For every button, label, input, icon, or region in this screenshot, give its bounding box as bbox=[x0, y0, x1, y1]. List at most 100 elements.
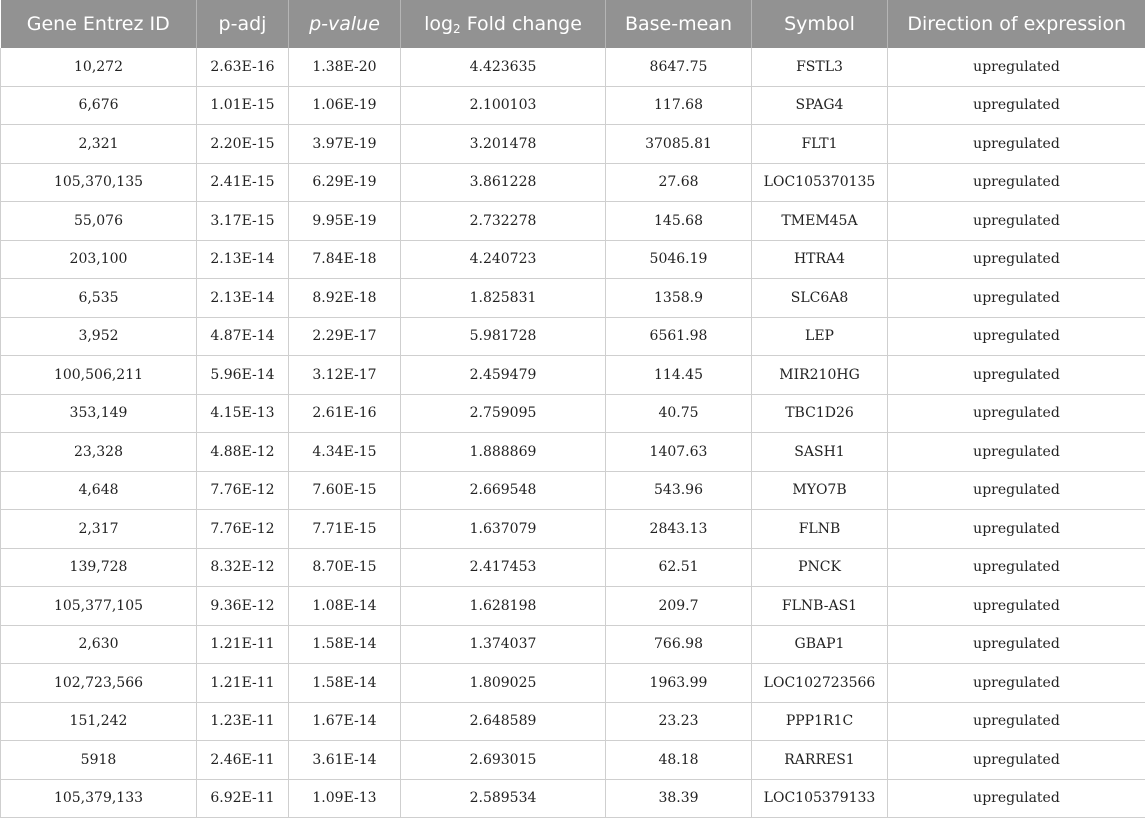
cell-padj: 1.21E-11 bbox=[196, 663, 289, 703]
cell-padj: 9.36E-12 bbox=[196, 586, 289, 626]
cell-log2fc: 1.809025 bbox=[400, 663, 606, 703]
cell-pvalue: 4.34E-15 bbox=[288, 432, 401, 472]
cell-padj: 5.96E-14 bbox=[196, 355, 289, 395]
table-row: 6,676 1.01E-15 1.06E-19 2.100103 117.68 SPAG4… bbox=[0, 86, 1145, 125]
table-row: 105,379,133 6.92E-11 1.09E-13 2.589534 38.39… bbox=[0, 779, 1145, 818]
cell-log2fc: 1.825831 bbox=[400, 278, 606, 318]
table-row: 203,100 2.13E-14 7.84E-18 4.240723 5046.19 HT… bbox=[0, 240, 1145, 279]
cell-symbol: SLC6A8 bbox=[751, 278, 888, 318]
cell-basemean: 543.96 bbox=[605, 471, 752, 510]
cell-symbol: FLNB-AS1 bbox=[751, 586, 888, 626]
cell-gene-id: 100,506,211 bbox=[0, 355, 197, 395]
cell-padj: 1.01E-15 bbox=[196, 86, 289, 125]
cell-direction: upregulated bbox=[887, 394, 1145, 433]
cell-symbol: TMEM45A bbox=[751, 201, 888, 241]
cell-padj: 2.13E-14 bbox=[196, 240, 289, 279]
cell-direction: upregulated bbox=[887, 625, 1145, 664]
cell-log2fc: 1.374037 bbox=[400, 625, 606, 664]
cell-log2fc: 2.669548 bbox=[400, 471, 606, 510]
cell-log2fc: 3.201478 bbox=[400, 124, 606, 164]
deg-table: Gene Entrez ID p-adj p-value log2 Fold c… bbox=[0, 0, 1145, 818]
cell-log2fc: 1.628198 bbox=[400, 586, 606, 626]
cell-symbol: SPAG4 bbox=[751, 86, 888, 125]
cell-symbol: FLNB bbox=[751, 509, 888, 549]
cell-direction: upregulated bbox=[887, 432, 1145, 472]
cell-log2fc: 1.637079 bbox=[400, 509, 606, 549]
cell-padj: 7.76E-12 bbox=[196, 509, 289, 549]
cell-basemean: 2843.13 bbox=[605, 509, 752, 549]
cell-pvalue: 2.61E-16 bbox=[288, 394, 401, 433]
cell-pvalue: 1.08E-14 bbox=[288, 586, 401, 626]
table-row: 102,723,566 1.21E-11 1.58E-14 1.809025 1963.… bbox=[0, 663, 1145, 703]
cell-direction: upregulated bbox=[887, 702, 1145, 741]
cell-padj: 4.87E-14 bbox=[196, 317, 289, 356]
cell-direction: upregulated bbox=[887, 355, 1145, 395]
cell-symbol: LEP bbox=[751, 317, 888, 356]
cell-direction: upregulated bbox=[887, 548, 1145, 587]
header-gene-id: Gene Entrez ID bbox=[0, 0, 197, 48]
cell-gene-id: 4,648 bbox=[0, 471, 197, 510]
cell-log2fc: 1.888869 bbox=[400, 432, 606, 472]
cell-log2fc: 2.732278 bbox=[400, 201, 606, 241]
cell-symbol: TBC1D26 bbox=[751, 394, 888, 433]
cell-gene-id: 23,328 bbox=[0, 432, 197, 472]
cell-basemean: 27.68 bbox=[605, 163, 752, 202]
cell-gene-id: 105,370,135 bbox=[0, 163, 197, 202]
cell-symbol: RARRES1 bbox=[751, 740, 888, 780]
cell-pvalue: 7.60E-15 bbox=[288, 471, 401, 510]
cell-symbol: LOC102723566 bbox=[751, 663, 888, 703]
cell-direction: upregulated bbox=[887, 201, 1145, 241]
cell-log2fc: 4.423635 bbox=[400, 48, 606, 87]
cell-direction: upregulated bbox=[887, 278, 1145, 318]
cell-basemean: 1407.63 bbox=[605, 432, 752, 472]
cell-symbol: HTRA4 bbox=[751, 240, 888, 279]
cell-pvalue: 1.09E-13 bbox=[288, 779, 401, 818]
table-row: 105,370,135 2.41E-15 6.29E-19 3.861228 27.68… bbox=[0, 163, 1145, 202]
cell-pvalue: 1.38E-20 bbox=[288, 48, 401, 87]
table-row: 151,242 1.23E-11 1.67E-14 2.648589 23.23 PPP1… bbox=[0, 702, 1145, 741]
cell-padj: 1.23E-11 bbox=[196, 702, 289, 741]
cell-basemean: 117.68 bbox=[605, 86, 752, 125]
cell-gene-id: 55,076 bbox=[0, 201, 197, 241]
cell-padj: 2.41E-15 bbox=[196, 163, 289, 202]
table-row: 2,321 2.20E-15 3.97E-19 3.201478 37085.81 FLT… bbox=[0, 124, 1145, 164]
table-row: 2,317 7.76E-12 7.71E-15 1.637079 2843.13 FLNB… bbox=[0, 509, 1145, 549]
table-row: 55,076 3.17E-15 9.95E-19 2.732278 145.68 TMEM… bbox=[0, 201, 1145, 241]
cell-symbol: SASH1 bbox=[751, 432, 888, 472]
header-log2fc-prefix: log bbox=[424, 12, 454, 35]
cell-pvalue: 7.71E-15 bbox=[288, 509, 401, 549]
cell-padj: 1.21E-11 bbox=[196, 625, 289, 664]
cell-symbol: MYO7B bbox=[751, 471, 888, 510]
cell-log2fc: 2.459479 bbox=[400, 355, 606, 395]
cell-symbol: GBAP1 bbox=[751, 625, 888, 664]
header-pvalue: p-value bbox=[288, 0, 401, 48]
header-log2fc-subscript: 2 bbox=[453, 21, 461, 36]
cell-log2fc: 2.417453 bbox=[400, 548, 606, 587]
cell-log2fc: 2.693015 bbox=[400, 740, 606, 780]
header-log2fc: log2 Fold change bbox=[400, 0, 606, 48]
cell-direction: upregulated bbox=[887, 163, 1145, 202]
cell-log2fc: 4.240723 bbox=[400, 240, 606, 279]
table-row: 353,149 4.15E-13 2.61E-16 2.759095 40.75 TBC1… bbox=[0, 394, 1145, 433]
cell-pvalue: 3.61E-14 bbox=[288, 740, 401, 780]
cell-gene-id: 5918 bbox=[0, 740, 197, 780]
cell-gene-id: 102,723,566 bbox=[0, 663, 197, 703]
cell-pvalue: 3.12E-17 bbox=[288, 355, 401, 395]
cell-direction: upregulated bbox=[887, 124, 1145, 164]
table-row: 3,952 4.87E-14 2.29E-17 5.981728 6561.98 LEP u… bbox=[0, 317, 1145, 356]
cell-symbol: LOC105379133 bbox=[751, 779, 888, 818]
cell-basemean: 8647.75 bbox=[605, 48, 752, 87]
cell-log2fc: 3.861228 bbox=[400, 163, 606, 202]
cell-gene-id: 2,317 bbox=[0, 509, 197, 549]
cell-symbol: FLT1 bbox=[751, 124, 888, 164]
cell-symbol: FSTL3 bbox=[751, 48, 888, 87]
cell-padj: 7.76E-12 bbox=[196, 471, 289, 510]
cell-log2fc: 2.648589 bbox=[400, 702, 606, 741]
table-row: 4,648 7.76E-12 7.60E-15 2.669548 543.96 MYO7B… bbox=[0, 471, 1145, 510]
cell-padj: 3.17E-15 bbox=[196, 201, 289, 241]
cell-pvalue: 1.58E-14 bbox=[288, 663, 401, 703]
cell-pvalue: 8.92E-18 bbox=[288, 278, 401, 318]
cell-pvalue: 9.95E-19 bbox=[288, 201, 401, 241]
table-body: 10,272 2.63E-16 1.38E-20 4.423635 8647.75 FST… bbox=[0, 48, 1145, 818]
cell-pvalue: 2.29E-17 bbox=[288, 317, 401, 356]
